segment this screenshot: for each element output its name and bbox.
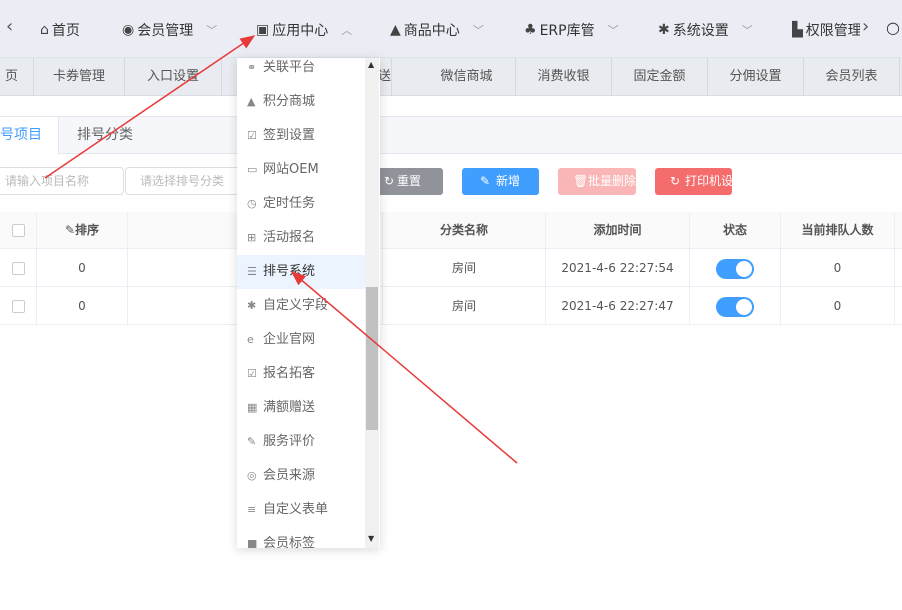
annotation-arrows	[44, 35, 518, 464]
arrow-to-queue-system	[290, 271, 518, 464]
arrow-to-app-center	[44, 35, 256, 179]
